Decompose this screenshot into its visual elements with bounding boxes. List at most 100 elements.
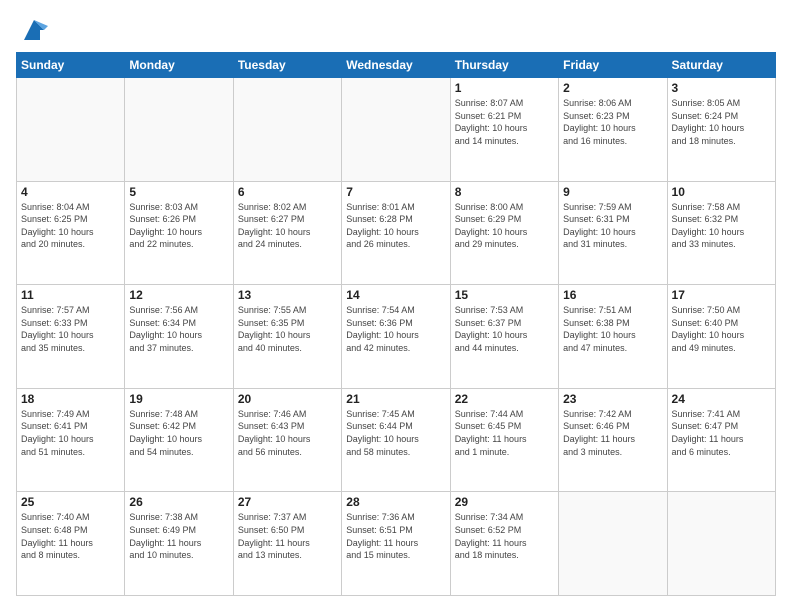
calendar-cell bbox=[17, 78, 125, 182]
calendar-cell: 15Sunrise: 7:53 AMSunset: 6:37 PMDayligh… bbox=[450, 285, 558, 389]
day-info: Sunrise: 7:44 AMSunset: 6:45 PMDaylight:… bbox=[455, 408, 554, 458]
day-info: Sunrise: 7:40 AMSunset: 6:48 PMDaylight:… bbox=[21, 511, 120, 561]
calendar-week-4: 18 Sunrise: 7:49 AMSunset: 6:41 PMDayligh… bbox=[17, 388, 776, 492]
logo bbox=[16, 16, 48, 44]
day-info: Sunrise: 7:38 AMSunset: 6:49 PMDaylight:… bbox=[129, 511, 228, 561]
weekday-header-friday: Friday bbox=[559, 53, 667, 78]
day-number: 7 bbox=[346, 185, 445, 199]
day-info: Sunrise: 8:05 AMSunset: 6:24 PMDaylight:… bbox=[672, 97, 771, 147]
day-info: Sunrise: 8:06 AMSunset: 6:23 PMDaylight:… bbox=[563, 97, 662, 147]
calendar-cell: 26 Sunrise: 7:38 AMSunset: 6:49 PMDayligh… bbox=[125, 492, 233, 596]
day-info: Sunrise: 7:56 AMSunset: 6:34 PMDaylight:… bbox=[129, 304, 228, 354]
day-info: Sunrise: 8:03 AMSunset: 6:26 PMDaylight:… bbox=[129, 201, 228, 251]
day-info: Sunrise: 7:50 AMSunset: 6:40 PMDaylight:… bbox=[672, 304, 771, 354]
day-number: 23 bbox=[563, 392, 662, 406]
calendar-cell bbox=[125, 78, 233, 182]
calendar-cell: 22 Sunrise: 7:44 AMSunset: 6:45 PMDayligh… bbox=[450, 388, 558, 492]
day-info: Sunrise: 7:57 AMSunset: 6:33 PMDaylight:… bbox=[21, 304, 120, 354]
calendar-cell: 5 Sunrise: 8:03 AMSunset: 6:26 PMDaylight… bbox=[125, 181, 233, 285]
weekday-header-tuesday: Tuesday bbox=[233, 53, 341, 78]
calendar-cell: 10 Sunrise: 7:58 AMSunset: 6:32 PMDayligh… bbox=[667, 181, 775, 285]
calendar-cell: 28 Sunrise: 7:36 AMSunset: 6:51 PMDayligh… bbox=[342, 492, 450, 596]
day-number: 6 bbox=[238, 185, 337, 199]
calendar-cell: 9 Sunrise: 7:59 AMSunset: 6:31 PMDaylight… bbox=[559, 181, 667, 285]
calendar-cell: 25 Sunrise: 7:40 AMSunset: 6:48 PMDayligh… bbox=[17, 492, 125, 596]
day-info: Sunrise: 7:37 AMSunset: 6:50 PMDaylight:… bbox=[238, 511, 337, 561]
day-number: 24 bbox=[672, 392, 771, 406]
calendar-cell: 8Sunrise: 8:00 AMSunset: 6:29 PMDaylight… bbox=[450, 181, 558, 285]
calendar-cell bbox=[559, 492, 667, 596]
day-info: Sunrise: 8:07 AMSunset: 6:21 PMDaylight:… bbox=[455, 97, 554, 147]
day-info: Sunrise: 7:49 AMSunset: 6:41 PMDaylight:… bbox=[21, 408, 120, 458]
day-info: Sunrise: 8:01 AMSunset: 6:28 PMDaylight:… bbox=[346, 201, 445, 251]
day-number: 13 bbox=[238, 288, 337, 302]
calendar-cell: 11 Sunrise: 7:57 AMSunset: 6:33 PMDayligh… bbox=[17, 285, 125, 389]
day-info: Sunrise: 7:34 AMSunset: 6:52 PMDaylight:… bbox=[455, 511, 554, 561]
calendar-cell: 19Sunrise: 7:48 AMSunset: 6:42 PMDayligh… bbox=[125, 388, 233, 492]
day-number: 25 bbox=[21, 495, 120, 509]
day-number: 19 bbox=[129, 392, 228, 406]
calendar-cell: 23 Sunrise: 7:42 AMSunset: 6:46 PMDayligh… bbox=[559, 388, 667, 492]
day-number: 4 bbox=[21, 185, 120, 199]
calendar-cell: 4 Sunrise: 8:04 AMSunset: 6:25 PMDaylight… bbox=[17, 181, 125, 285]
day-info: Sunrise: 7:36 AMSunset: 6:51 PMDaylight:… bbox=[346, 511, 445, 561]
day-number: 9 bbox=[563, 185, 662, 199]
calendar-cell bbox=[342, 78, 450, 182]
day-info: Sunrise: 7:59 AMSunset: 6:31 PMDaylight:… bbox=[563, 201, 662, 251]
day-number: 2 bbox=[563, 81, 662, 95]
calendar-cell: 16 Sunrise: 7:51 AMSunset: 6:38 PMDayligh… bbox=[559, 285, 667, 389]
calendar-cell: 24 Sunrise: 7:41 AMSunset: 6:47 PMDayligh… bbox=[667, 388, 775, 492]
day-number: 1 bbox=[455, 81, 554, 95]
calendar-cell: 14 Sunrise: 7:54 AMSunset: 6:36 PMDayligh… bbox=[342, 285, 450, 389]
calendar-week-3: 11 Sunrise: 7:57 AMSunset: 6:33 PMDayligh… bbox=[17, 285, 776, 389]
day-info: Sunrise: 8:02 AMSunset: 6:27 PMDaylight:… bbox=[238, 201, 337, 251]
day-info: Sunrise: 7:41 AMSunset: 6:47 PMDaylight:… bbox=[672, 408, 771, 458]
calendar-cell: 2 Sunrise: 8:06 AMSunset: 6:23 PMDaylight… bbox=[559, 78, 667, 182]
weekday-header-thursday: Thursday bbox=[450, 53, 558, 78]
day-info: Sunrise: 8:04 AMSunset: 6:25 PMDaylight:… bbox=[21, 201, 120, 251]
calendar-cell: 17 Sunrise: 7:50 AMSunset: 6:40 PMDayligh… bbox=[667, 285, 775, 389]
calendar-cell: 13 Sunrise: 7:55 AMSunset: 6:35 PMDayligh… bbox=[233, 285, 341, 389]
calendar-cell: 6 Sunrise: 8:02 AMSunset: 6:27 PMDaylight… bbox=[233, 181, 341, 285]
day-number: 26 bbox=[129, 495, 228, 509]
weekday-header-saturday: Saturday bbox=[667, 53, 775, 78]
day-info: Sunrise: 7:54 AMSunset: 6:36 PMDaylight:… bbox=[346, 304, 445, 354]
calendar-week-1: 1 Sunrise: 8:07 AMSunset: 6:21 PMDaylight… bbox=[17, 78, 776, 182]
day-number: 20 bbox=[238, 392, 337, 406]
day-number: 3 bbox=[672, 81, 771, 95]
header bbox=[16, 16, 776, 44]
calendar-cell: 18 Sunrise: 7:49 AMSunset: 6:41 PMDayligh… bbox=[17, 388, 125, 492]
day-number: 12 bbox=[129, 288, 228, 302]
day-number: 11 bbox=[21, 288, 120, 302]
weekday-header-wednesday: Wednesday bbox=[342, 53, 450, 78]
calendar-cell: 7 Sunrise: 8:01 AMSunset: 6:28 PMDaylight… bbox=[342, 181, 450, 285]
day-number: 14 bbox=[346, 288, 445, 302]
day-number: 5 bbox=[129, 185, 228, 199]
logo-icon bbox=[20, 16, 48, 44]
calendar-cell: 21Sunrise: 7:45 AMSunset: 6:44 PMDayligh… bbox=[342, 388, 450, 492]
day-info: Sunrise: 7:55 AMSunset: 6:35 PMDaylight:… bbox=[238, 304, 337, 354]
day-info: Sunrise: 7:42 AMSunset: 6:46 PMDaylight:… bbox=[563, 408, 662, 458]
day-number: 29 bbox=[455, 495, 554, 509]
weekday-header-row: SundayMondayTuesdayWednesdayThursdayFrid… bbox=[17, 53, 776, 78]
calendar-cell: 20Sunrise: 7:46 AMSunset: 6:43 PMDayligh… bbox=[233, 388, 341, 492]
day-number: 10 bbox=[672, 185, 771, 199]
calendar-cell bbox=[233, 78, 341, 182]
day-number: 17 bbox=[672, 288, 771, 302]
weekday-header-sunday: Sunday bbox=[17, 53, 125, 78]
calendar-cell: 12 Sunrise: 7:56 AMSunset: 6:34 PMDayligh… bbox=[125, 285, 233, 389]
day-info: Sunrise: 7:45 AMSunset: 6:44 PMDaylight:… bbox=[346, 408, 445, 458]
weekday-header-monday: Monday bbox=[125, 53, 233, 78]
day-number: 18 bbox=[21, 392, 120, 406]
day-info: Sunrise: 8:00 AMSunset: 6:29 PMDaylight:… bbox=[455, 201, 554, 251]
day-info: Sunrise: 7:58 AMSunset: 6:32 PMDaylight:… bbox=[672, 201, 771, 251]
day-number: 28 bbox=[346, 495, 445, 509]
day-info: Sunrise: 7:51 AMSunset: 6:38 PMDaylight:… bbox=[563, 304, 662, 354]
calendar-cell bbox=[667, 492, 775, 596]
calendar-table: SundayMondayTuesdayWednesdayThursdayFrid… bbox=[16, 52, 776, 596]
calendar-cell: 3 Sunrise: 8:05 AMSunset: 6:24 PMDaylight… bbox=[667, 78, 775, 182]
day-number: 22 bbox=[455, 392, 554, 406]
calendar-cell: 29 Sunrise: 7:34 AMSunset: 6:52 PMDayligh… bbox=[450, 492, 558, 596]
day-info: Sunrise: 7:53 AMSunset: 6:37 PMDaylight:… bbox=[455, 304, 554, 354]
day-number: 16 bbox=[563, 288, 662, 302]
